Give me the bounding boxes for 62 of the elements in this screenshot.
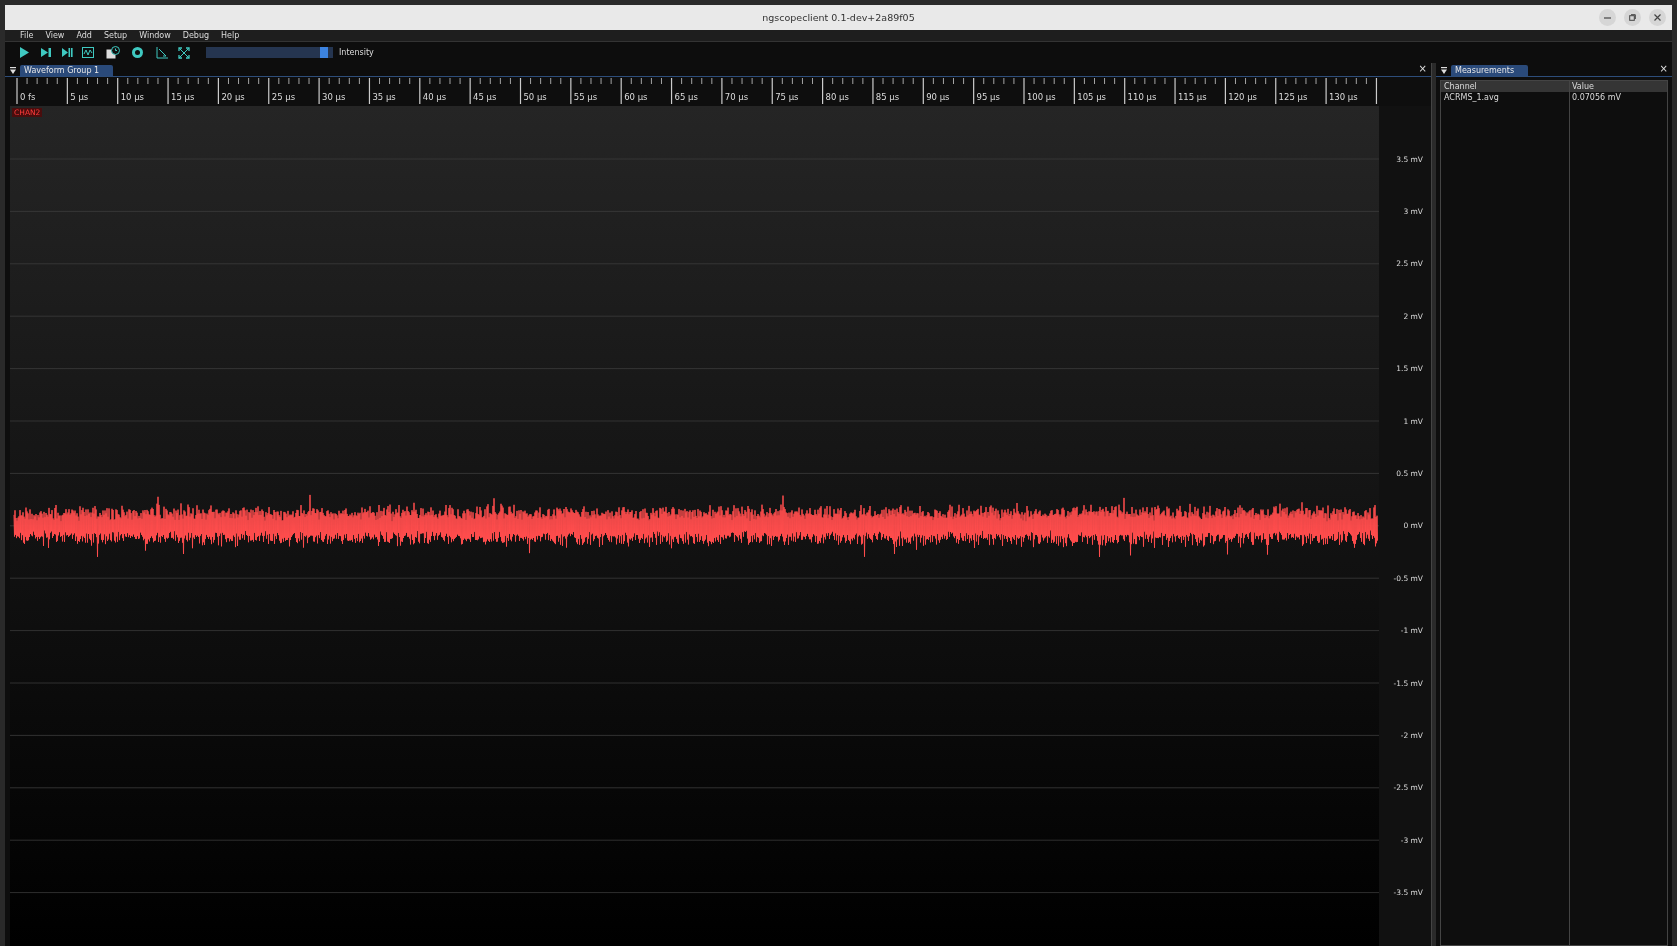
time-label: 40 µs [421,92,448,103]
time-label: 115 µs [1176,92,1208,103]
time-label: 95 µs [975,92,1001,103]
slider-thumb[interactable] [320,47,329,58]
time-label: 90 µs [925,92,951,103]
time-label: 35 µs [371,92,397,103]
close-button[interactable]: × [1659,63,1668,75]
time-label: 0 fs [19,92,37,103]
time-label: 100 µs [1025,92,1057,103]
gear-icon [131,46,144,59]
close-button[interactable]: × [1418,63,1427,75]
minimize-icon [1604,16,1611,19]
axis-cursor-icon [156,46,169,59]
time-label: 105 µs [1076,92,1107,103]
window-title: ngscopeclient 0.1-dev+2a89f05 [762,12,915,23]
restore-icon [1629,14,1636,21]
time-label: 70 µs [723,92,750,103]
menu-item[interactable]: Help [215,31,246,40]
time-label: 10 µs [119,92,146,103]
close-button[interactable] [1649,9,1666,26]
time-label: 125 µs [1277,92,1309,103]
time-label: 50 µs [522,92,548,103]
fit-icon [177,46,190,59]
close-icon [1654,14,1661,21]
table-cell-text: ACRMS_1.avg [1443,92,1500,103]
menu-item[interactable]: View [39,31,71,40]
column-header[interactable]: Channel [1441,81,1569,92]
time-label: 15 µs [170,92,196,103]
menu-item[interactable]: File [14,31,40,40]
time-label: 5 µs [69,92,90,103]
time-label: 130 µs [1327,92,1359,103]
waveform-icon [81,47,94,58]
panel-tab[interactable]: Measurements [1451,65,1529,76]
intensity-slider[interactable] [206,47,333,58]
time-label: 80 µs [824,92,850,103]
menu-item[interactable]: Window [133,31,177,40]
time-label: 120 µs [1227,92,1258,103]
time-label: 65 µs [673,92,699,103]
time-label: 85 µs [874,92,901,103]
minimize-button[interactable] [1599,9,1616,26]
history-icon [105,46,120,59]
time-label: 110 µs [1126,92,1158,103]
time-label: 25 µs [270,92,297,103]
step-forward-icon [60,47,73,58]
menu-item[interactable]: Setup [97,31,134,40]
time-label: 75 µs [774,92,800,103]
time-label: 60 µs [623,92,649,103]
slider-label: Intensity [339,48,374,57]
collapse-icon[interactable] [10,67,16,74]
time-label: 30 µs [321,92,347,103]
time-label: 20 µs [220,92,246,103]
time-label: 45 µs [472,92,498,103]
menu-item[interactable]: Add [70,31,98,40]
menu-item[interactable]: Debug [176,31,216,40]
time-label: 55 µs [572,92,599,103]
play-icon [19,46,30,59]
maximize-button[interactable] [1624,9,1641,26]
panel-tab[interactable]: Waveform Group 1 [20,65,114,76]
step-forward-icon [39,47,52,58]
table-cell-text: 0.07056 mV [1571,92,1622,103]
collapse-icon[interactable] [1441,67,1447,74]
column-header[interactable]: Value [1569,81,1667,92]
